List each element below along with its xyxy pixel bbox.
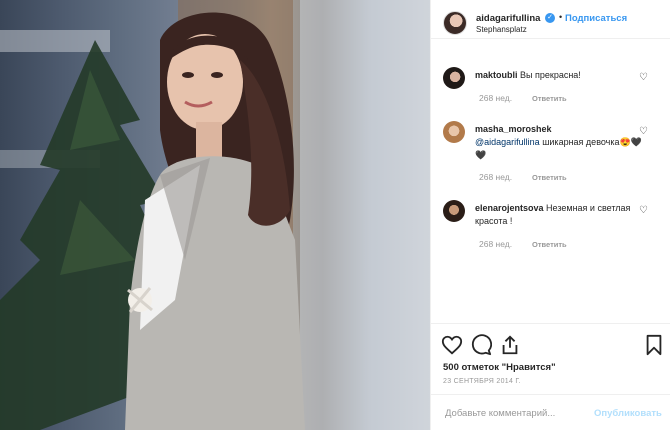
commenter-avatar[interactable] [443, 200, 465, 222]
add-comment-bar: Опубликовать [431, 394, 670, 430]
commenter-avatar[interactable] [443, 67, 465, 89]
like-comment-heart-icon[interactable]: ♡ [639, 127, 649, 137]
comment-age[interactable]: 268 нед. [479, 239, 512, 249]
like-heart-icon[interactable] [441, 334, 463, 356]
reply-button[interactable]: Ответить [532, 94, 567, 103]
comment-text: maktoubli Вы прекрасна! [475, 69, 645, 82]
verified-icon: ✓ [545, 13, 555, 23]
comment-body: Вы прекрасна! [520, 70, 581, 80]
comment-input[interactable] [443, 404, 587, 422]
post-header: aidagarifullina ✓ • Подписаться Stephans… [431, 0, 670, 39]
commenter-username[interactable]: maktoubli [475, 70, 518, 80]
separator-dot: • [559, 12, 563, 22]
commenter-avatar[interactable] [443, 121, 465, 143]
comment-text: elenarojentsova Неземная и светлая красо… [475, 202, 645, 228]
save-bookmark-icon[interactable] [643, 334, 665, 356]
comment-age[interactable]: 268 нед. [479, 93, 512, 103]
publish-button[interactable]: Опубликовать [594, 408, 662, 419]
post-side-panel: aidagarifullina ✓ • Подписаться Stephans… [430, 0, 670, 430]
portrait-illustration [0, 0, 430, 430]
reply-button[interactable]: Ответить [532, 173, 567, 182]
commenter-username[interactable]: masha_moroshek [475, 124, 552, 134]
post-date[interactable]: 23 СЕНТЯБРЯ 2014 Г. [443, 378, 521, 385]
comment-mention[interactable]: @aidagarifullina [475, 137, 540, 147]
like-comment-heart-icon[interactable]: ♡ [639, 73, 649, 83]
share-icon[interactable] [499, 334, 521, 356]
comment-text: masha_moroshek @aidagarifullina шикарная… [475, 123, 645, 162]
comment-bubble-icon[interactable] [470, 334, 492, 356]
author-username[interactable]: aidagarifullina [476, 13, 540, 24]
location-link[interactable]: Stephansplatz [476, 25, 527, 34]
instagram-post: aidagarifullina ✓ • Подписаться Stephans… [0, 0, 670, 430]
comment-age[interactable]: 268 нед. [479, 172, 512, 182]
author-avatar[interactable] [443, 11, 467, 35]
likes-count[interactable]: 500 отметок "Нравится" [443, 362, 556, 373]
follow-button[interactable]: Подписаться [565, 13, 627, 24]
post-photo[interactable] [0, 0, 430, 430]
commenter-username[interactable]: elenarojentsova [475, 203, 544, 213]
reply-button[interactable]: Ответить [532, 240, 567, 249]
like-comment-heart-icon[interactable]: ♡ [639, 206, 649, 216]
